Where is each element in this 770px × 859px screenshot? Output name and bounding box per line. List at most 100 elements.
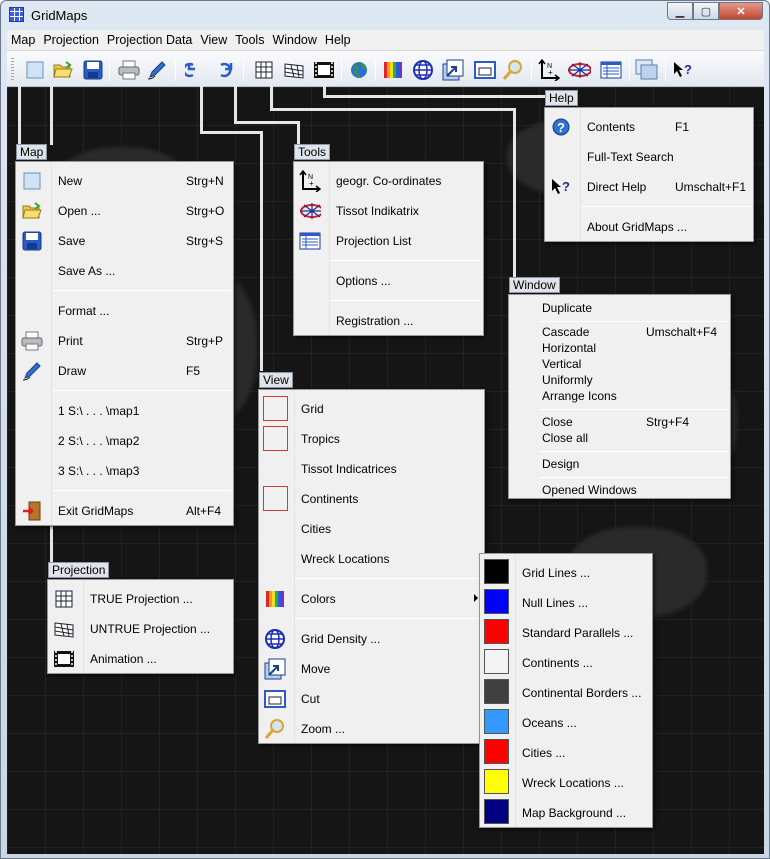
menu-item-shortcut: Strg+F4: [646, 415, 690, 429]
windows-icon[interactable]: [635, 58, 659, 82]
menu-item-zoom[interactable]: Zoom ...: [259, 718, 484, 740]
direct-help-icon[interactable]: ?: [671, 58, 695, 82]
menu-item-continents[interactable]: Continents: [259, 486, 484, 511]
menu-item-vertical[interactable]: Vertical: [509, 355, 730, 371]
move-icon[interactable]: [441, 58, 465, 82]
menu-item-color-continental-borders[interactable]: Continental Borders ...: [480, 679, 652, 704]
menu-item-design[interactable]: Design: [509, 453, 730, 475]
coordinates-icon[interactable]: N +: [537, 58, 561, 82]
menu-item-full-text-search[interactable]: Full-Text Search: [545, 146, 753, 168]
draw-icon[interactable]: [145, 58, 169, 82]
menu-item-cut[interactable]: Cut: [259, 688, 484, 710]
menu-item-arrange-icons[interactable]: Arrange Icons: [509, 387, 730, 403]
untrue-projection-icon[interactable]: [282, 58, 306, 82]
colors-icon[interactable]: [381, 58, 405, 82]
checkbox-frame: [263, 396, 288, 421]
menu-item-color-oceans[interactable]: Oceans ...: [480, 709, 652, 734]
menu-item-true-projection[interactable]: TRUE Projection ...: [48, 588, 233, 610]
menu-item-recent-1[interactable]: 1 S:\ . . . \map1: [16, 400, 233, 422]
menu-item-cities[interactable]: Cities: [259, 518, 484, 540]
menu-item-label: New: [58, 174, 83, 188]
tissot-icon[interactable]: [567, 58, 591, 82]
menu-item-color-cities[interactable]: Cities ...: [480, 739, 652, 764]
grid-density-icon[interactable]: [411, 58, 435, 82]
true-projection-icon[interactable]: [252, 58, 276, 82]
menu-item-close[interactable]: Close Strg+F4: [509, 413, 730, 429]
menu-item-about[interactable]: About GridMaps ...: [545, 216, 753, 238]
cut-icon[interactable]: [473, 58, 497, 82]
open-icon[interactable]: [51, 58, 75, 82]
animation-icon[interactable]: [312, 58, 336, 82]
menu-item-cascade[interactable]: Cascade Umschalt+F4: [509, 323, 730, 339]
menu-item-label: Print: [58, 334, 83, 348]
new-icon[interactable]: [23, 58, 47, 82]
menu-projection-data[interactable]: Projection Data: [103, 33, 196, 47]
menu-item-grid[interactable]: Grid: [259, 396, 484, 421]
menu-item-exit[interactable]: Exit GridMaps Alt+F4: [16, 500, 233, 522]
undo-icon[interactable]: [183, 58, 207, 82]
menu-item-draw[interactable]: Draw F5: [16, 360, 233, 382]
menu-item-close-all[interactable]: Close all: [509, 429, 730, 445]
menu-item-move[interactable]: Move: [259, 658, 484, 680]
svg-text:?: ?: [557, 120, 565, 135]
redo-icon[interactable]: [213, 58, 237, 82]
help-menu: ? Contents F1 Full-Text Search ? Direct …: [544, 107, 754, 242]
menu-item-contents[interactable]: ? Contents F1: [545, 116, 753, 138]
menu-map[interactable]: Map: [7, 33, 39, 47]
menu-item-opened-windows[interactable]: Opened Windows: [509, 479, 730, 501]
menu-view[interactable]: View: [196, 33, 231, 47]
menu-item-untrue-projection[interactable]: UNTRUE Projection ...: [48, 618, 233, 640]
menu-tools[interactable]: Tools: [231, 33, 268, 47]
menu-item-tissot-indicatrices[interactable]: Tissot Indicatrices: [259, 458, 484, 480]
menu-item-projection-list[interactable]: Projection List: [294, 230, 483, 252]
menu-item-registration[interactable]: Registration ...: [294, 310, 483, 332]
menu-item-label: Uniformly: [542, 373, 593, 387]
menu-item-print[interactable]: Print Strg+P: [16, 330, 233, 352]
menu-item-tissot-indikatrix[interactable]: Tissot Indikatrix: [294, 200, 483, 222]
menu-window[interactable]: Window: [268, 33, 320, 47]
maximize-button[interactable]: ▢: [693, 2, 719, 20]
menu-item-duplicate[interactable]: Duplicate: [509, 297, 730, 319]
menu-item-direct-help[interactable]: ? Direct Help Umschalt+F1: [545, 176, 753, 198]
zoom-icon[interactable]: [501, 58, 525, 82]
menu-item-recent-2[interactable]: 2 S:\ . . . \map2: [16, 430, 233, 452]
menu-item-tropics[interactable]: Tropics: [259, 426, 484, 451]
menu-item-geographic-coordinates[interactable]: N + geogr. Co-ordinates: [294, 170, 483, 192]
menu-item-label: Horizontal: [542, 341, 597, 355]
menu-item-save[interactable]: Save Strg+S: [16, 230, 233, 252]
menu-item-label: Direct Help: [587, 180, 647, 194]
menu-item-color-grid-lines[interactable]: Grid Lines ...: [480, 559, 652, 584]
globe-icon[interactable]: [347, 58, 371, 82]
print-icon: [21, 331, 43, 351]
title-bar[interactable]: GridMaps ▁ ▢ ✕: [1, 1, 769, 29]
menu-item-save-as[interactable]: Save As ...: [16, 260, 233, 282]
menu-item-label: Save: [58, 234, 86, 248]
print-icon[interactable]: [117, 58, 141, 82]
menu-item-color-continents[interactable]: Continents ...: [480, 649, 652, 674]
menu-item-options[interactable]: Options ...: [294, 270, 483, 292]
menu-help[interactable]: Help: [321, 33, 355, 47]
close-button[interactable]: ✕: [719, 2, 763, 20]
svg-text:+: +: [548, 68, 553, 77]
menu-item-color-map-background[interactable]: Map Background ...: [480, 799, 652, 824]
menu-item-horizontal[interactable]: Horizontal: [509, 339, 730, 355]
menu-item-label: Tropics: [301, 432, 340, 446]
menu-item-recent-3[interactable]: 3 S:\ . . . \map3: [16, 460, 233, 482]
minimize-button[interactable]: ▁: [667, 2, 693, 20]
toolbar-grip[interactable]: [11, 58, 14, 80]
save-icon[interactable]: [81, 58, 105, 82]
menu-item-format[interactable]: Format ...: [16, 300, 233, 322]
menu-item-label: Options ...: [336, 274, 391, 288]
menu-item-colors[interactable]: Colors: [259, 588, 484, 610]
menu-item-animation[interactable]: Animation ...: [48, 648, 233, 670]
menu-item-color-wreck-locations[interactable]: Wreck Locations ...: [480, 769, 652, 794]
menu-item-uniformly[interactable]: Uniformly: [509, 371, 730, 387]
menu-projection[interactable]: Projection: [39, 33, 103, 47]
menu-item-new[interactable]: New Strg+N: [16, 170, 233, 192]
menu-item-open[interactable]: Open ... Strg+O: [16, 200, 233, 222]
menu-item-grid-density[interactable]: Grid Density ...: [259, 628, 484, 650]
menu-item-wreck-locations[interactable]: Wreck Locations: [259, 548, 484, 570]
menu-item-color-standard-parallels[interactable]: Standard Parallels ...: [480, 619, 652, 644]
menu-item-color-null-lines[interactable]: Null Lines ...: [480, 589, 652, 614]
projection-list-icon[interactable]: [599, 58, 623, 82]
